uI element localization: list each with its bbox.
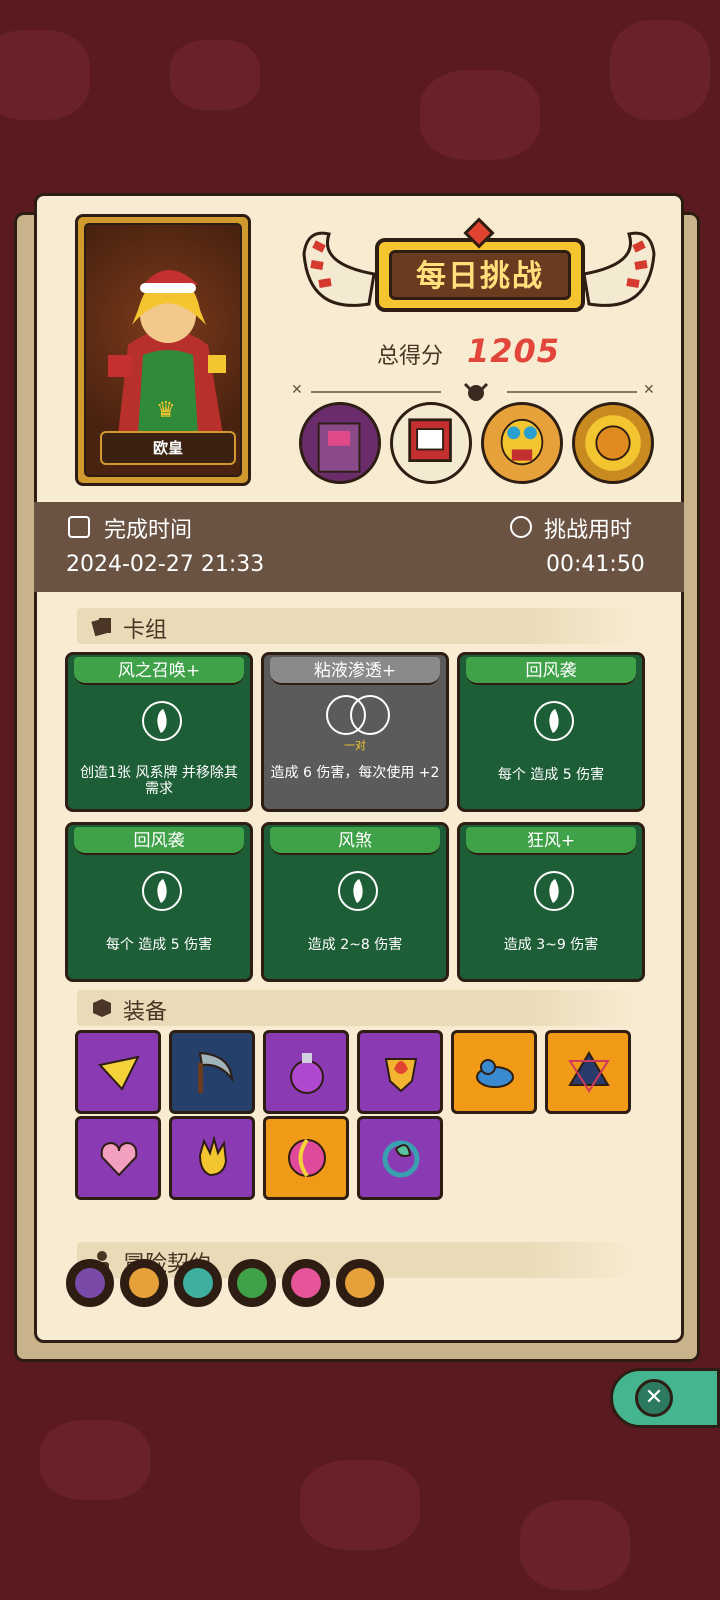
potion-flask-icon	[290, 1053, 324, 1094]
result-info-bar: 完成时间 2024-02-27 21:33 挑战用时 00:41:50	[34, 502, 684, 592]
close-button[interactable]: ✕	[610, 1368, 720, 1428]
deck-card[interactable]: 回风袭 每个 造成 5 伤害	[65, 822, 253, 982]
scythe-icon	[198, 1051, 234, 1093]
wind-leaf-icon	[142, 701, 182, 741]
close-icon: ✕	[635, 1379, 673, 1417]
skull-mask-boss-icon[interactable]	[481, 402, 563, 484]
divider-line	[311, 391, 441, 393]
yin-yang-orb-icon	[288, 1138, 326, 1178]
crown-icon: ♛	[156, 398, 176, 423]
duration-value: 00:41:50	[546, 552, 645, 577]
divider-line	[507, 391, 637, 393]
background-shape	[520, 1500, 630, 1590]
cards-icon	[91, 618, 111, 637]
deck-section-header: 卡组	[77, 608, 637, 644]
cube-icon	[93, 999, 111, 1017]
total-score: 总得分 1205	[377, 332, 637, 372]
right-horn-icon	[582, 231, 656, 307]
ornament-divider: ✕ ✕	[291, 382, 661, 402]
skull-emblem-icon	[463, 382, 489, 401]
card-name: 风煞	[270, 827, 440, 855]
score-value: 1205	[467, 332, 561, 370]
stopwatch-icon	[510, 516, 532, 538]
title-plate: 每日挑战	[375, 238, 585, 312]
card-description: 创造1张 风系牌 并移除其需求	[80, 765, 238, 797]
blue-slime-icon	[476, 1059, 514, 1088]
cheese-wedge-icon	[98, 1055, 140, 1091]
equipment-slot[interactable]	[263, 1116, 349, 1200]
wind-leaf-icon	[142, 871, 182, 911]
card-description: 造成 2~8 伤害	[307, 937, 403, 953]
stone-golem-boss-icon[interactable]	[299, 402, 381, 484]
golden-glove-icon	[198, 1135, 228, 1177]
purple-heart-contract-icon[interactable]	[66, 1259, 114, 1307]
equipment-slot[interactable]	[75, 1116, 161, 1200]
horn-contract-icon[interactable]	[120, 1259, 168, 1307]
equipment-slot[interactable]	[75, 1030, 161, 1114]
bottle-contract-icon[interactable]	[228, 1259, 276, 1307]
duration-label: 挑战用时	[544, 518, 633, 543]
equipment-slot[interactable]	[263, 1030, 349, 1114]
fire-shield-icon	[384, 1058, 418, 1093]
background-shape	[420, 70, 540, 160]
left-horn-icon	[302, 231, 376, 307]
title-banner: 每日挑战	[299, 216, 659, 326]
heart-locket-icon	[100, 1141, 138, 1177]
equipment-slot[interactable]	[169, 1030, 255, 1114]
equipment-section-header: 装备	[77, 990, 637, 1026]
background-shape	[300, 1460, 420, 1550]
deck-card[interactable]: 粘液渗透+ 一对 造成 6 伤害，每次使用 +2	[261, 652, 449, 812]
deck-card[interactable]: 狂风+ 造成 3~9 伤害	[457, 822, 645, 982]
flower-contract-icon[interactable]	[282, 1259, 330, 1307]
hexagram-amulet-icon	[568, 1051, 610, 1093]
card-name: 狂风+	[466, 827, 636, 855]
card-name: 粘液渗透+	[270, 657, 440, 685]
leaf-ring-icon	[382, 1140, 420, 1178]
equipment-title: 装备	[123, 1000, 168, 1025]
equipment-slot[interactable]	[451, 1030, 537, 1114]
daily-challenge-result-panel: ♛ 欧皇 每日挑战 总得分 1205 ✕ ✕ 完成时间 2024-02-27 2…	[34, 193, 684, 1343]
boss-list	[299, 402, 659, 488]
wind-leaf-icon	[338, 871, 378, 911]
card-description: 每个 造成 5 伤害	[105, 937, 213, 953]
card-description: 造成 3~9 伤害	[503, 937, 599, 953]
calendar-icon	[68, 516, 90, 538]
deck-card[interactable]: 回风袭 每个 造成 5 伤害	[457, 652, 645, 812]
sun-face-boss-icon[interactable]	[572, 402, 654, 484]
wind-leaf-icon	[534, 871, 574, 911]
cage-box-boss-icon[interactable]	[390, 402, 472, 484]
equipment-slot[interactable]	[357, 1030, 443, 1114]
card-description: 造成 6 伤害，每次使用 +2	[270, 765, 440, 781]
deck-card[interactable]: 风煞 造成 2~8 伤害	[261, 822, 449, 982]
background-shape	[0, 30, 90, 120]
crossed-swords-icon: ✕	[643, 382, 655, 398]
card-subtype: 一对	[344, 739, 366, 752]
deck-card[interactable]: 风之召唤+ 创造1张 风系牌 并移除其需求	[65, 652, 253, 812]
card-name: 风之召唤+	[74, 657, 244, 685]
wind-leaf-icon	[534, 701, 574, 741]
card-name: 回风袭	[466, 657, 636, 685]
background-shape	[610, 20, 710, 120]
hero-name: 欧皇	[100, 431, 236, 465]
equipment-slot[interactable]	[357, 1116, 443, 1200]
finish-time-label: 完成时间	[104, 518, 193, 543]
crossed-swords-icon: ✕	[291, 382, 303, 398]
background-shape	[170, 40, 260, 110]
hero-portrait-art: ♛ 欧皇	[84, 223, 242, 477]
card-name: 回风袭	[74, 827, 244, 855]
background-shape	[40, 1420, 150, 1500]
finish-time-value: 2024-02-27 21:33	[66, 552, 265, 577]
crystal-contract-icon[interactable]	[174, 1259, 222, 1307]
score-label: 总得分	[377, 344, 444, 369]
fist-contract-icon[interactable]	[336, 1259, 384, 1307]
deck-title: 卡组	[123, 618, 168, 643]
hero-portrait-card[interactable]: ♛ 欧皇	[75, 214, 251, 486]
card-description: 每个 造成 5 伤害	[497, 767, 605, 783]
equipment-slot[interactable]	[169, 1116, 255, 1200]
pair-rings-icon	[322, 695, 394, 735]
page-title: 每日挑战	[389, 250, 571, 300]
equipment-slot[interactable]	[545, 1030, 631, 1114]
